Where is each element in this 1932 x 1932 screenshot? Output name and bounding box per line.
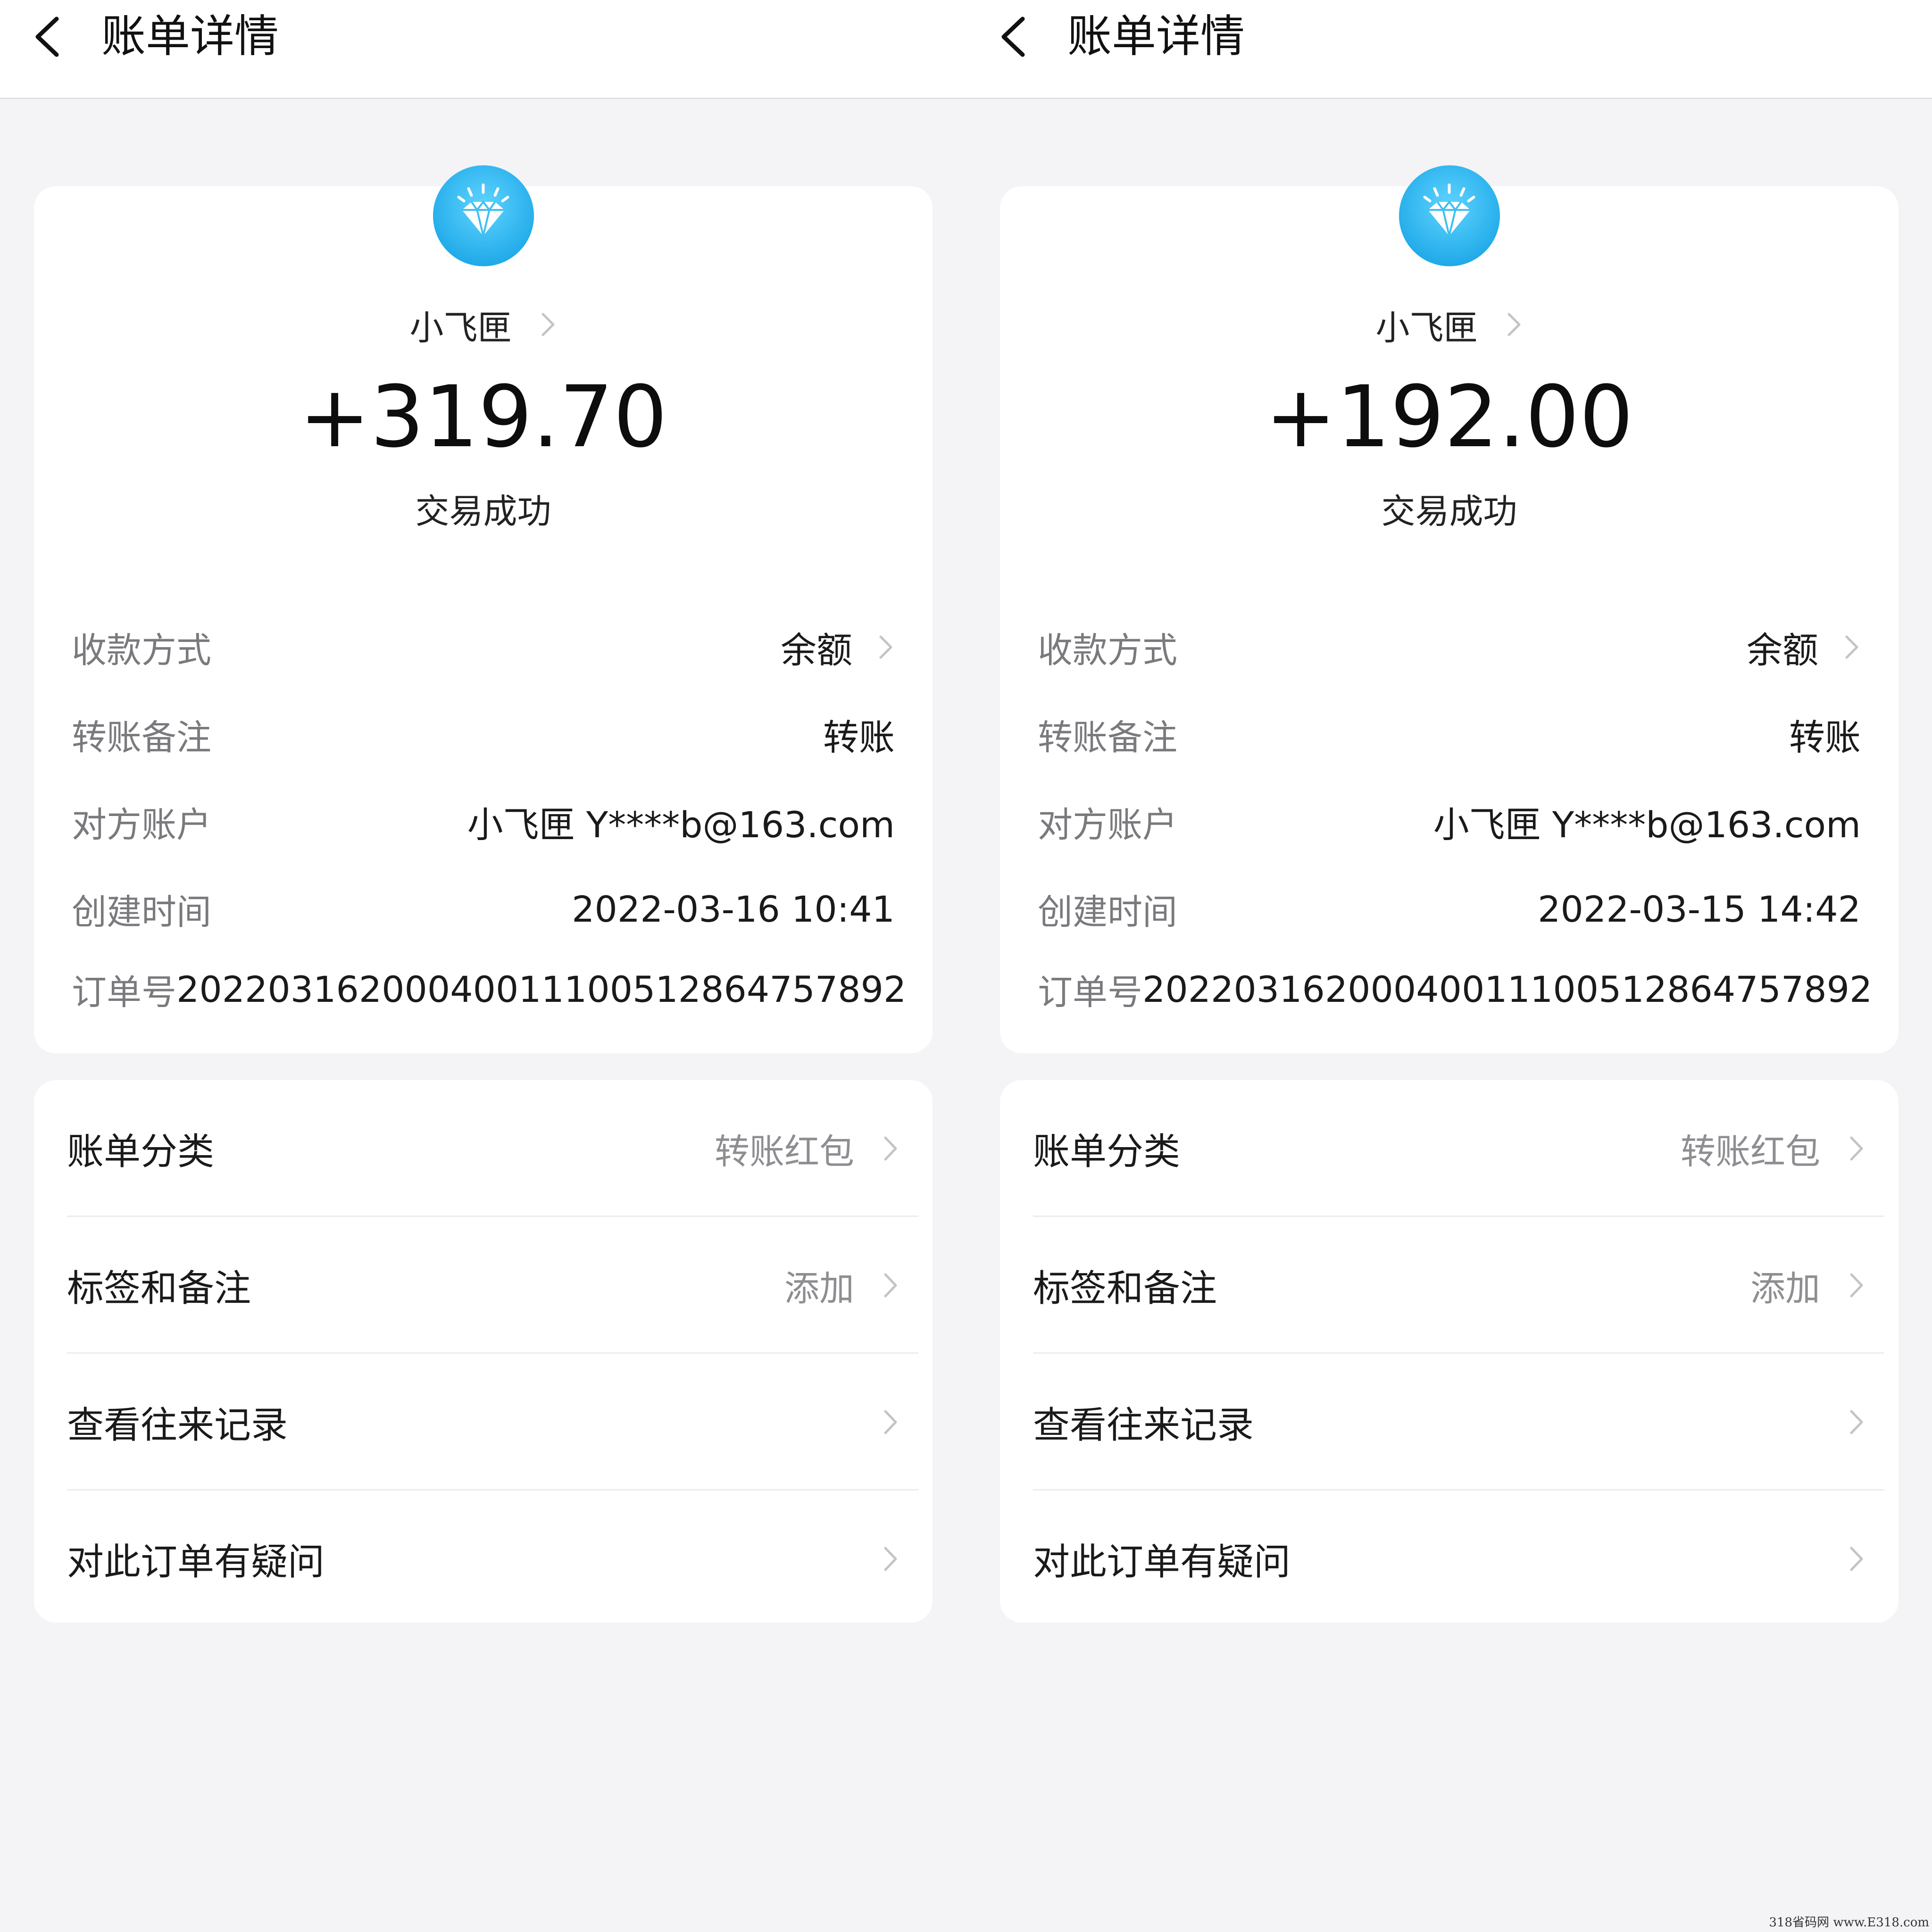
detail-value: 转账 — [823, 716, 895, 758]
detail-label: 创建时间 — [1038, 891, 1177, 933]
transaction-summary-card: 小飞匣 +319.70 交易成功 收款方式 余额 转账备注 转账 对方账户 小飞… — [34, 165, 933, 1053]
detail-value: 20220316200040011100512864757892 — [176, 968, 907, 1010]
diamond-icon — [1399, 165, 1500, 266]
chevron-right-icon — [884, 1410, 897, 1434]
transaction-amount: +319.70 — [299, 368, 667, 466]
transaction-amount: +192.00 — [1265, 368, 1633, 466]
transaction-summary-card: 小飞匣 +192.00 交易成功 收款方式 余额 转账备注 转账 对方账户 小飞… — [1000, 165, 1899, 1053]
chevron-right-icon — [1850, 1136, 1863, 1161]
detail-value: 余额 — [1747, 629, 1818, 671]
detail-value: 20220316200040011100512864757892 — [1142, 968, 1873, 1010]
chevron-left-icon — [35, 17, 59, 57]
detail-row-order-number: 订单号 20220316200040011100512864757892 — [72, 963, 906, 1015]
page-title: 账单详情 — [1067, 11, 1245, 62]
chevron-right-icon — [1850, 1547, 1863, 1571]
watermark: 318省码网 www.E318.com — [1769, 1915, 1929, 1930]
detail-row-transfer-note: 转账备注 转账 — [72, 708, 895, 760]
menu-label: 标签和备注 — [1033, 1267, 1217, 1310]
menu-item-order-question[interactable]: 对此订单有疑问 — [1033, 1491, 1884, 1627]
transaction-status: 交易成功 — [1381, 491, 1517, 531]
detail-value: 2022-03-15 14:42 — [1538, 888, 1861, 930]
menu-label: 账单分类 — [67, 1131, 215, 1173]
chevron-right-icon — [884, 1136, 897, 1161]
back-button[interactable] — [24, 8, 71, 65]
actions-card: 账单分类 转账红包 标签和备注 添加 查看往来记录 对此订单有疑问 — [1000, 1080, 1899, 1623]
bill-detail-screen-2: 账单详情 小飞匣 +192.00 交易成功 收款方式 余额 转账备注 转账 对方… — [966, 0, 1932, 1932]
page-title: 账单详情 — [101, 11, 279, 62]
payer-link[interactable]: 小飞匣 — [34, 296, 933, 353]
menu-item-transaction-history[interactable]: 查看往来记录 — [1033, 1354, 1884, 1491]
chevron-right-icon — [1850, 1410, 1863, 1434]
menu-value: 转账红包 — [715, 1131, 854, 1172]
detail-row-payment-method[interactable]: 收款方式 余额 — [1038, 621, 1861, 673]
detail-label: 创建时间 — [72, 891, 211, 933]
avatar[interactable] — [433, 165, 534, 266]
chevron-right-icon — [541, 313, 554, 336]
detail-row-counterparty: 对方账户 小飞匣 Y****b@163.com — [72, 796, 895, 848]
menu-item-tags-notes[interactable]: 标签和备注 添加 — [67, 1217, 918, 1354]
chevron-right-icon — [1850, 1273, 1863, 1298]
menu-label: 标签和备注 — [67, 1267, 251, 1310]
detail-label: 收款方式 — [72, 630, 211, 671]
detail-row-transfer-note: 转账备注 转账 — [1038, 708, 1861, 760]
menu-label: 查看往来记录 — [1033, 1404, 1254, 1447]
payer-name: 小飞匣 — [409, 308, 512, 348]
avatar[interactable] — [1399, 165, 1500, 266]
menu-value: 转账红包 — [1681, 1131, 1820, 1172]
menu-item-bill-category[interactable]: 账单分类 转账红包 — [1033, 1080, 1884, 1217]
menu-value: 添加 — [784, 1268, 854, 1309]
menu-label: 对此订单有疑问 — [1033, 1541, 1291, 1583]
screenshot-pair: 账单详情 小飞匣 +319.70 交易成功 收款方式 余额 转账备注 转账 对方… — [0, 0, 1932, 1932]
detail-value: 余额 — [781, 629, 852, 671]
detail-label: 转账备注 — [1038, 717, 1177, 758]
detail-label: 对方账户 — [1038, 804, 1177, 845]
header-bar: 账单详情 — [0, 0, 966, 99]
detail-row-payment-method[interactable]: 收款方式 余额 — [72, 621, 895, 673]
detail-value: 转账 — [1789, 716, 1861, 758]
payer-link[interactable]: 小飞匣 — [1000, 296, 1899, 353]
menu-item-order-question[interactable]: 对此订单有疑问 — [67, 1491, 918, 1627]
actions-card: 账单分类 转账红包 标签和备注 添加 查看往来记录 对此订单有疑问 — [34, 1080, 933, 1623]
chevron-right-icon — [884, 1547, 897, 1571]
detail-label: 订单号 — [1038, 972, 1142, 1013]
detail-row-created-time: 创建时间 2022-03-16 10:41 — [72, 883, 895, 935]
back-button[interactable] — [990, 8, 1037, 65]
menu-label: 账单分类 — [1033, 1131, 1181, 1173]
detail-row-counterparty: 对方账户 小飞匣 Y****b@163.com — [1038, 796, 1861, 848]
payer-name: 小飞匣 — [1375, 308, 1478, 348]
detail-label: 对方账户 — [72, 804, 211, 845]
detail-value: 小飞匣 Y****b@163.com — [467, 804, 895, 846]
menu-label: 对此订单有疑问 — [67, 1541, 325, 1583]
menu-item-transaction-history[interactable]: 查看往来记录 — [67, 1354, 918, 1491]
bill-detail-screen-1: 账单详情 小飞匣 +319.70 交易成功 收款方式 余额 转账备注 转账 对方… — [0, 0, 966, 1932]
chevron-left-icon — [1001, 17, 1025, 57]
detail-value: 小飞匣 Y****b@163.com — [1433, 804, 1861, 846]
header-bar: 账单详情 — [966, 0, 1932, 99]
menu-label: 查看往来记录 — [67, 1404, 288, 1447]
menu-item-tags-notes[interactable]: 标签和备注 添加 — [1033, 1217, 1884, 1354]
detail-row-created-time: 创建时间 2022-03-15 14:42 — [1038, 883, 1861, 935]
chevron-right-icon — [884, 1273, 897, 1298]
menu-item-bill-category[interactable]: 账单分类 转账红包 — [67, 1080, 918, 1217]
chevron-right-icon — [1507, 313, 1520, 336]
detail-row-order-number: 订单号 20220316200040011100512864757892 — [1038, 963, 1872, 1015]
transaction-status: 交易成功 — [415, 491, 551, 531]
menu-value: 添加 — [1750, 1268, 1820, 1309]
diamond-icon — [433, 165, 534, 266]
chevron-right-icon — [1845, 635, 1858, 659]
detail-label: 收款方式 — [1038, 630, 1177, 671]
detail-label: 订单号 — [72, 972, 176, 1013]
detail-label: 转账备注 — [72, 717, 211, 758]
chevron-right-icon — [879, 635, 892, 659]
detail-value: 2022-03-16 10:41 — [572, 888, 895, 930]
